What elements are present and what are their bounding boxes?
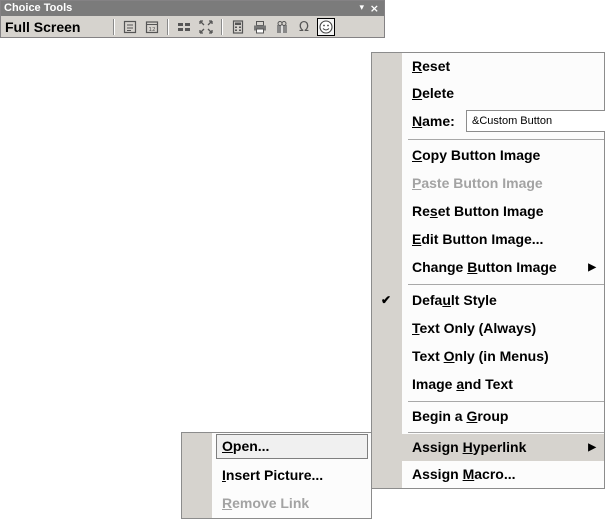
- grid-button[interactable]: [175, 18, 193, 36]
- menu-item-label: Text Only (in Menus): [412, 348, 549, 364]
- menu-item-reset-button-image[interactable]: Reset Button Image: [372, 198, 604, 225]
- menu-item-label: Assign Macro...: [412, 466, 516, 482]
- menu-item-text-only-always[interactable]: Text Only (Always): [372, 315, 604, 342]
- full-screen-button[interactable]: Full Screen: [5, 18, 80, 36]
- menu-item-label: Change Button Image: [412, 259, 557, 275]
- choice-tools-toolbar: Choice Tools ▾ × Full Screen 12 Ω: [0, 0, 385, 38]
- name-label: Name:: [412, 113, 455, 129]
- menu-item-edit-button-image[interactable]: Edit Button Image...: [372, 226, 604, 253]
- toolbar-title: Choice Tools: [4, 2, 73, 14]
- menu-item-image-and-text[interactable]: Image and Text: [372, 371, 604, 398]
- calculator-icon: [232, 20, 244, 34]
- toolbar-separator: [167, 19, 168, 35]
- menu-item-assign-hyperlink[interactable]: Assign Hyperlink ▶: [372, 434, 604, 461]
- page-setup-button[interactable]: [121, 18, 139, 36]
- menu-item-label: Copy Button Image: [412, 147, 541, 163]
- gift-button[interactable]: [273, 18, 291, 36]
- toolbar-separator: [113, 19, 114, 35]
- gift-icon: [277, 21, 287, 33]
- menu-separator: [408, 284, 604, 285]
- full-screen-label: Full Screen: [5, 19, 81, 35]
- grid-icon: [178, 23, 190, 31]
- menu-item-begin-group[interactable]: Begin a Group: [372, 403, 604, 430]
- omega-icon: Ω: [299, 19, 309, 35]
- toolbar-titlebar[interactable]: Choice Tools ▾ ×: [1, 1, 384, 16]
- menu-item-default-style[interactable]: ✔ Default Style: [372, 287, 604, 314]
- menu-item-change-button-image[interactable]: Change Button Image ▶: [372, 254, 604, 281]
- expand-icon: [199, 20, 213, 34]
- toolbar-separator: [221, 19, 222, 35]
- menu-item-label: Reset: [412, 58, 451, 74]
- menu-item-label: Open...: [222, 438, 270, 454]
- menu-item-delete[interactable]: Delete: [372, 80, 604, 107]
- toolbar-options-dropdown-icon[interactable]: ▾: [359, 1, 364, 16]
- checkmark-icon: ✔: [381, 293, 392, 307]
- omega-button[interactable]: Ω: [295, 18, 313, 36]
- button-name-field[interactable]: &Custom Button: [466, 110, 605, 132]
- menu-item-text-only-in-menus[interactable]: Text Only (in Menus): [372, 343, 604, 370]
- menu-item-label: Text Only (Always): [412, 320, 537, 336]
- menu-item-label: Insert Picture...: [222, 467, 324, 483]
- hyperlink-submenu: Open... Insert Picture... Remove Link: [181, 432, 372, 519]
- calendar-icon: 12: [145, 21, 159, 34]
- calculator-button[interactable]: [229, 18, 247, 36]
- menu-item-reset[interactable]: Reset: [372, 53, 604, 80]
- submenu-item-open[interactable]: Open...: [182, 433, 371, 460]
- menu-separator: [408, 432, 604, 433]
- submenu-item-remove-link: Remove Link: [182, 490, 371, 517]
- menu-item-label: Paste Button Image: [412, 175, 543, 191]
- menu-item-copy-button-image[interactable]: Copy Button Image: [372, 142, 604, 169]
- menu-item-label: Reset Button Image: [412, 203, 544, 219]
- toolbar-close-icon[interactable]: ×: [370, 1, 379, 16]
- menu-separator: [408, 401, 604, 402]
- submenu-arrow-icon: ▶: [588, 262, 596, 273]
- menu-item-label: Assign Hyperlink: [412, 439, 527, 455]
- customize-context-menu: Reset Delete Name: &Custom Button Copy B…: [371, 52, 605, 489]
- smiley-icon: [319, 20, 333, 34]
- expand-button[interactable]: [197, 18, 215, 36]
- svg-text:12: 12: [149, 27, 156, 33]
- page-setup-icon: [123, 20, 137, 34]
- menu-item-label: Default Style: [412, 292, 497, 308]
- menu-item-label: Remove Link: [222, 495, 310, 511]
- submenu-item-insert-picture[interactable]: Insert Picture...: [182, 462, 371, 489]
- menu-separator: [408, 139, 604, 140]
- submenu-arrow-icon: ▶: [588, 442, 596, 453]
- printer-button[interactable]: [251, 18, 269, 36]
- menu-item-assign-macro[interactable]: Assign Macro...: [372, 461, 604, 488]
- menu-item-paste-button-image: Paste Button Image: [372, 170, 604, 197]
- menu-item-label: Delete: [412, 85, 455, 101]
- menu-item-label: Begin a Group: [412, 408, 509, 424]
- custom-button[interactable]: [317, 18, 335, 36]
- menu-item-name: Name: &Custom Button: [372, 108, 605, 135]
- calendar-button[interactable]: 12: [143, 18, 161, 36]
- menu-item-label: Edit Button Image...: [412, 231, 544, 247]
- printer-icon: [254, 21, 266, 34]
- menu-item-label: Image and Text: [412, 376, 513, 392]
- toolbar-buttons-row: Full Screen 12 Ω: [1, 16, 384, 38]
